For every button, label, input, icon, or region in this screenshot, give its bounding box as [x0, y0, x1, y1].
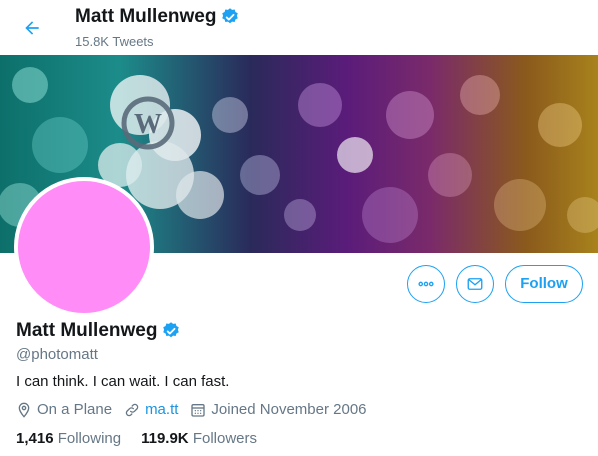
- calendar-icon: [191, 403, 206, 417]
- back-button[interactable]: [16, 12, 48, 44]
- more-button[interactable]: [407, 265, 445, 303]
- followers-label: Followers: [192, 430, 257, 447]
- profile-bio: I can think. I can wait. I can fast.: [16, 373, 230, 390]
- avatar[interactable]: [14, 177, 154, 317]
- joined-text: Joined November 2006: [211, 401, 367, 418]
- back-arrow-icon: [25, 21, 39, 35]
- profile-name-text: Matt Mullenweg: [16, 320, 158, 341]
- header-tweet-count: 15.8K Tweets: [75, 34, 154, 49]
- verified-badge-icon: [222, 8, 239, 24]
- location-icon: [18, 402, 30, 418]
- website: ma.tt: [124, 401, 178, 418]
- location: On a Plane: [16, 401, 112, 418]
- profile-header: Matt Mullenweg 15.8K Tweets: [0, 0, 598, 55]
- following-number: 1,416: [16, 430, 54, 447]
- verified-badge-icon: [163, 322, 180, 338]
- profile-name: Matt Mullenweg: [16, 320, 181, 342]
- svg-text:W: W: [134, 109, 162, 140]
- follow-counts: 1,416 Following 119.9K Followers: [16, 430, 277, 447]
- header-title: Matt Mullenweg: [75, 6, 240, 28]
- link-icon: [125, 403, 139, 416]
- profile-meta: On a Plane ma.tt Joined November 2006: [16, 401, 379, 418]
- more-icon: [418, 281, 434, 287]
- mail-icon: [467, 278, 483, 290]
- website-link[interactable]: ma.tt: [145, 401, 178, 418]
- followers-number: 119.9K: [141, 430, 189, 447]
- message-button[interactable]: [456, 265, 494, 303]
- location-text: On a Plane: [37, 401, 113, 418]
- profile-handle: @photomatt: [16, 346, 98, 363]
- joined-date: Joined November 2006: [190, 401, 367, 418]
- following-label: Following: [57, 430, 122, 447]
- following-count[interactable]: 1,416 Following: [16, 430, 121, 447]
- header-name-text: Matt Mullenweg: [75, 6, 217, 27]
- follow-button[interactable]: Follow: [505, 265, 583, 303]
- followers-count[interactable]: 119.9K Followers: [141, 430, 257, 447]
